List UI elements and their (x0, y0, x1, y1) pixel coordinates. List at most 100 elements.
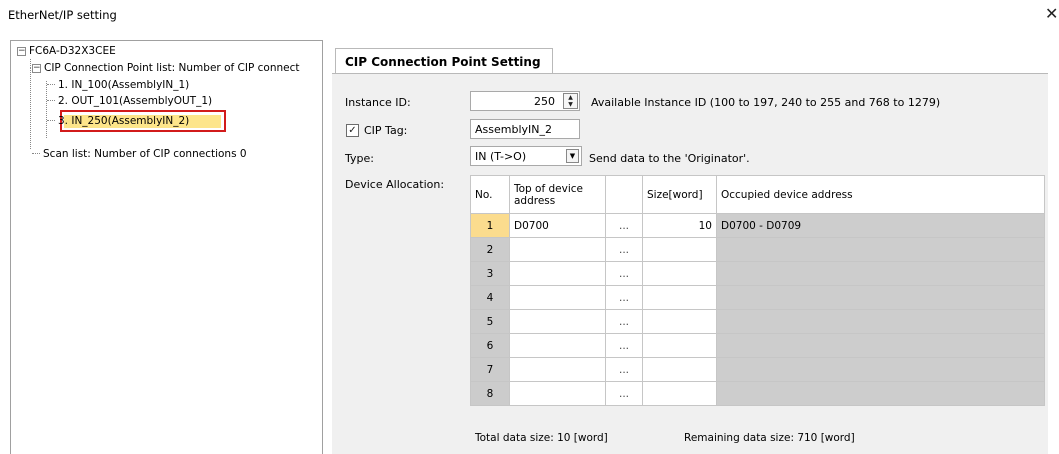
tab-content: Instance ID: 250 ▲ ▼ Available Instance … (332, 73, 1048, 454)
row-number: 5 (470, 309, 510, 334)
tree-cip-list[interactable]: − CIP Connection Point list: Number of CI… (32, 61, 299, 75)
type-select[interactable]: IN (T->O) ▼ (470, 146, 582, 166)
tree-branch (32, 153, 40, 154)
top-address-cell[interactable] (509, 285, 606, 310)
tree-branch (47, 100, 55, 101)
type-hint: Send data to the 'Originator'. (589, 152, 750, 165)
tree-item-label: 1. IN_100(AssemblyIN_1) (58, 79, 190, 91)
collapse-icon[interactable]: − (17, 47, 26, 56)
occupied-cell (716, 261, 1045, 286)
occupied-cell (716, 357, 1045, 382)
device-allocation-label: Device Allocation: (345, 178, 445, 191)
size-cell[interactable] (642, 333, 717, 358)
remaining-data-size: Remaining data size: 710 [word] (684, 432, 855, 444)
table-header-row: No. Top of device address Size[word] Occ… (470, 175, 1045, 214)
tree-item-2[interactable]: 2. OUT_101(AssemblyOUT_1) (47, 94, 212, 108)
table-row[interactable]: 6 ... (470, 333, 1045, 358)
occupied-cell (716, 237, 1045, 262)
settings-panel: CIP Connection Point Setting Instance ID… (332, 40, 1048, 454)
cip-tag-label: CIP Tag: (364, 124, 408, 137)
row-number: 1 (470, 213, 510, 238)
table-row[interactable]: 2 ... (470, 237, 1045, 262)
type-label: Type: (345, 152, 374, 165)
type-value: IN (T->O) (475, 150, 527, 163)
tree-item-3[interactable]: 3. IN_250(AssemblyIN_2) (47, 114, 189, 128)
tab-label: CIP Connection Point Setting (345, 55, 541, 69)
top-address-cell[interactable] (509, 333, 606, 358)
cip-tag-checkbox[interactable]: ✓ (346, 124, 359, 137)
table-row[interactable]: 3 ... (470, 261, 1045, 286)
row-number: 7 (470, 357, 510, 382)
table-row[interactable]: 8 ... (470, 381, 1045, 406)
total-data-size: Total data size: 10 [word] (475, 432, 608, 444)
tree-item-label: 2. OUT_101(AssemblyOUT_1) (58, 95, 213, 107)
close-icon[interactable]: ✕ (1045, 4, 1058, 24)
connection-tree[interactable]: − FC6A-D32X3CEE − CIP Connection Point lis… (10, 40, 323, 454)
top-address-cell[interactable] (509, 357, 606, 382)
row-number: 4 (470, 285, 510, 310)
row-number: 6 (470, 333, 510, 358)
top-address-cell[interactable] (509, 261, 606, 286)
tree-connector (30, 68, 31, 149)
size-cell[interactable]: 10 (642, 213, 717, 238)
size-cell[interactable] (642, 237, 717, 262)
occupied-cell: D0700 - D0709 (716, 213, 1045, 238)
tree-branch (47, 120, 55, 121)
size-cell[interactable] (642, 309, 717, 334)
tree-root-label: FC6A-D32X3CEE (29, 45, 116, 57)
tree-scan-list[interactable]: Scan list: Number of CIP connections 0 (32, 147, 247, 161)
instance-id-spinner[interactable]: ▲ ▼ (563, 93, 578, 109)
browse-button[interactable]: ... (605, 213, 643, 238)
table-row[interactable]: 1 D0700 ... 10 D0700 - D0709 (470, 213, 1045, 238)
top-address-cell[interactable] (509, 381, 606, 406)
occupied-cell (716, 309, 1045, 334)
size-cell[interactable] (642, 381, 717, 406)
header-top-address: Top of device address (509, 175, 606, 214)
browse-button[interactable]: ... (605, 333, 643, 358)
tree-scan-list-label: Scan list: Number of CIP connections 0 (43, 148, 247, 160)
instance-id-value: 250 (534, 95, 555, 108)
row-number: 3 (470, 261, 510, 286)
window-title: EtherNet/IP setting (8, 8, 117, 22)
title-bar: EtherNet/IP setting ✕ (0, 0, 1059, 30)
browse-button[interactable]: ... (605, 309, 643, 334)
tab-cip-connection-point-setting[interactable]: CIP Connection Point Setting (335, 48, 553, 74)
header-occupied: Occupied device address (716, 175, 1045, 214)
table-row[interactable]: 4 ... (470, 285, 1045, 310)
browse-button[interactable]: ... (605, 381, 643, 406)
browse-button[interactable]: ... (605, 285, 643, 310)
tree-connector (30, 59, 31, 68)
top-address-cell[interactable] (509, 309, 606, 334)
cip-tag-input[interactable]: AssemblyIN_2 (470, 119, 580, 139)
dropdown-arrow-icon[interactable]: ▼ (566, 149, 579, 163)
tree-item-1[interactable]: 1. IN_100(AssemblyIN_1) (47, 78, 189, 92)
size-cell[interactable] (642, 285, 717, 310)
size-cell[interactable] (642, 261, 717, 286)
tree-item-label: 3. IN_250(AssemblyIN_2) (58, 115, 190, 127)
browse-button[interactable]: ... (605, 261, 643, 286)
occupied-cell (716, 381, 1045, 406)
table-row[interactable]: 5 ... (470, 309, 1045, 334)
device-allocation-table: No. Top of device address Size[word] Occ… (470, 175, 1045, 406)
top-address-cell[interactable]: D0700 (509, 213, 606, 238)
collapse-icon[interactable]: − (32, 64, 41, 73)
browse-button[interactable]: ... (605, 357, 643, 382)
browse-button[interactable]: ... (605, 237, 643, 262)
row-number: 8 (470, 381, 510, 406)
spin-down-icon[interactable]: ▼ (564, 101, 577, 108)
cip-tag-value: AssemblyIN_2 (475, 123, 552, 136)
row-number: 2 (470, 237, 510, 262)
header-no: No. (470, 175, 510, 214)
tree-cip-list-label: CIP Connection Point list: Number of CIP… (44, 62, 300, 74)
instance-id-label: Instance ID: (345, 96, 411, 109)
header-browse (605, 175, 643, 214)
table-row[interactable]: 7 ... (470, 357, 1045, 382)
header-size: Size[word] (642, 175, 717, 214)
size-cell[interactable] (642, 357, 717, 382)
tree-root[interactable]: − FC6A-D32X3CEE (17, 44, 116, 58)
occupied-cell (716, 333, 1045, 358)
tree-branch (47, 84, 55, 85)
spin-up-icon[interactable]: ▲ (564, 94, 577, 101)
occupied-cell (716, 285, 1045, 310)
top-address-cell[interactable] (509, 237, 606, 262)
